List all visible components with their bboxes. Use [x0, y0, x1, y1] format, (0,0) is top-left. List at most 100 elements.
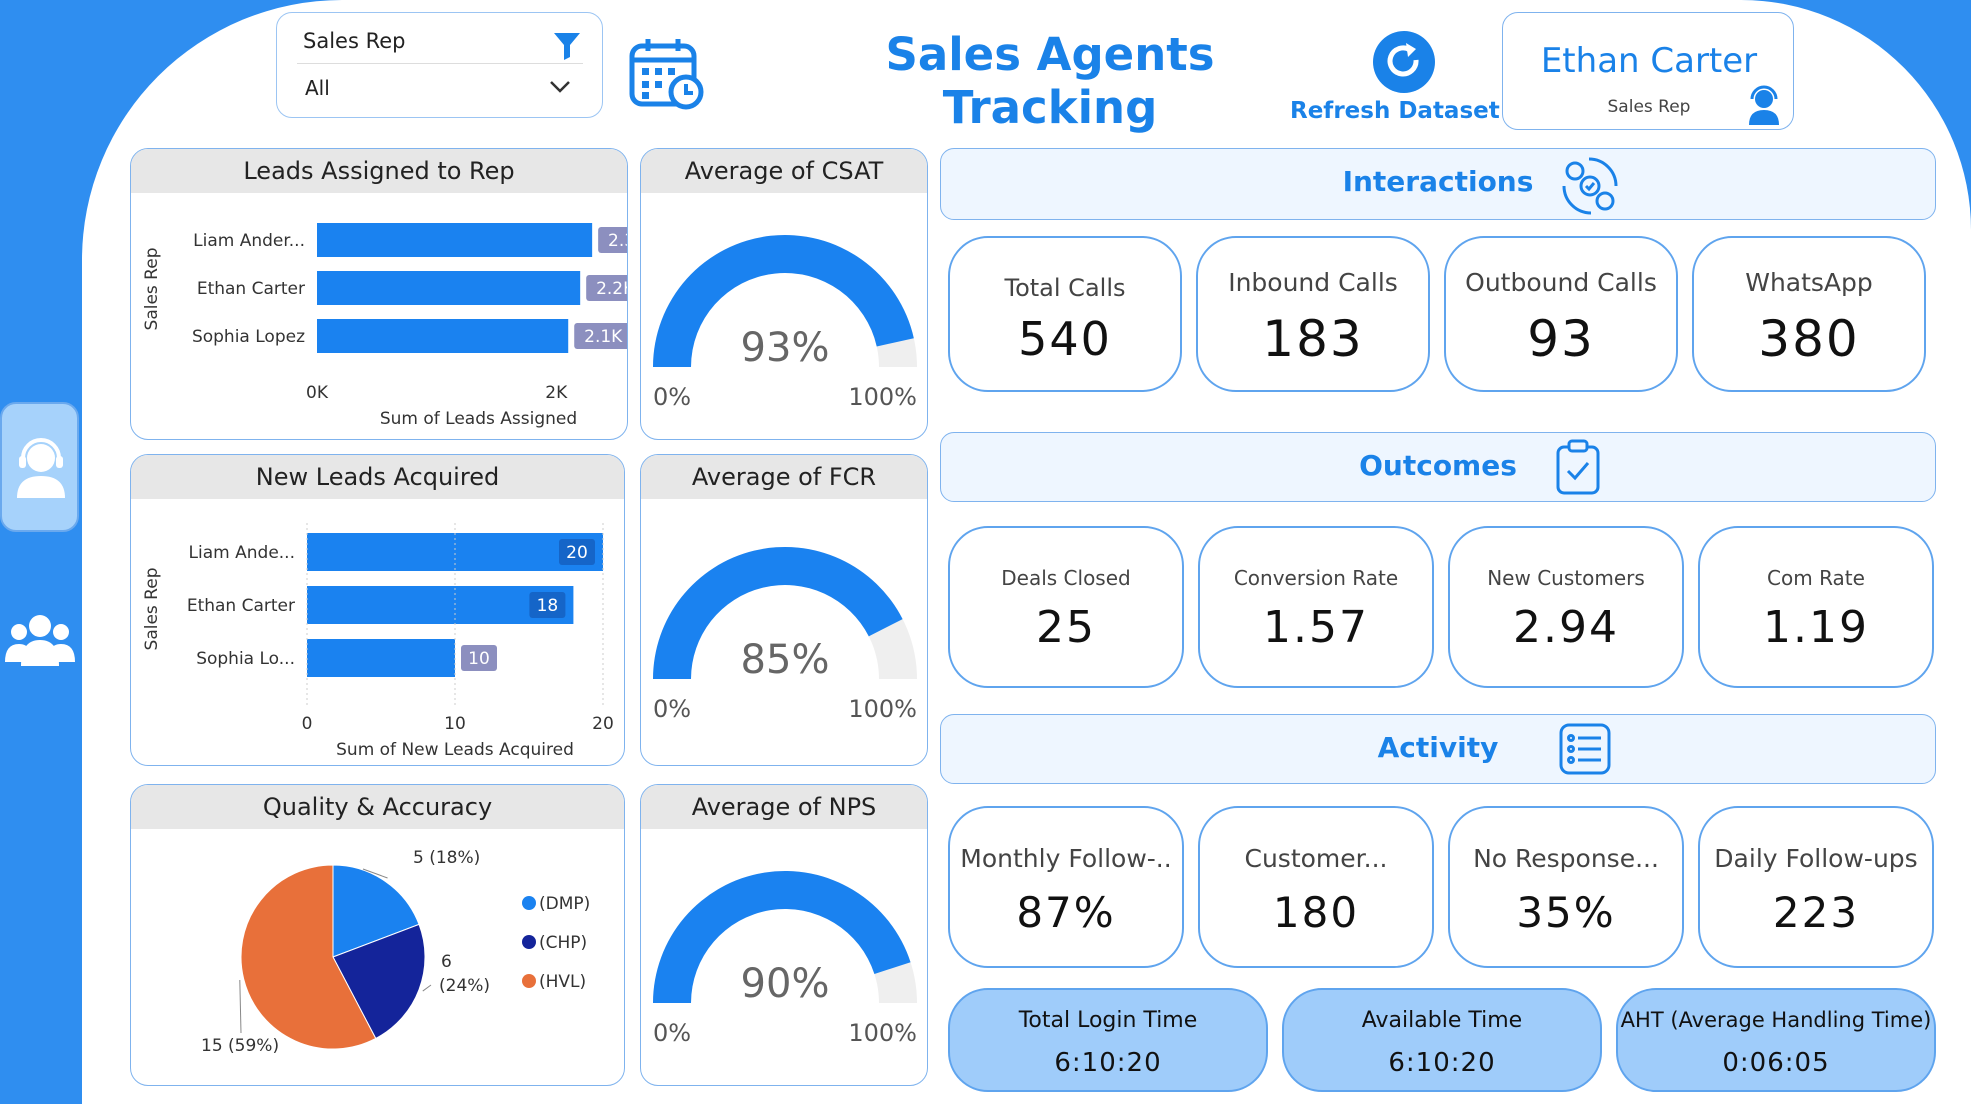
category-tick-label: Ethan Carter	[187, 596, 295, 616]
new-leads-chart: New Leads Acquired Sales Rep Liam Ande...…	[130, 454, 625, 766]
filter-dropdown[interactable]: All	[297, 63, 583, 106]
gauge-value: 90%	[741, 961, 830, 1007]
csat-gauge-card: Average of CSAT 93% 0% 100%	[640, 148, 928, 440]
y-axis-label: Sales Rep	[142, 248, 162, 331]
category-tick-label: Sophia Lo...	[196, 649, 295, 669]
gauge-min-label: 0%	[653, 383, 691, 411]
refresh-button[interactable]: Refresh Dataset	[1290, 30, 1500, 130]
new-leads-plot: Sales Rep Liam Ande... 20 Ethan Carter 18 Sop…	[142, 523, 614, 760]
gauge-max-label: 100%	[848, 383, 917, 411]
interactions-header: Interactions	[940, 148, 1936, 220]
csat-gauge: 93% 0% 100%	[653, 235, 917, 411]
fcr-gauge: 85% 0% 100%	[653, 547, 917, 723]
kpi-deals-closed: Deals Closed 25	[948, 526, 1184, 688]
category-tick-label: Liam Ander...	[193, 231, 305, 251]
nps-gauge-card: Average of NPS 90% 0% 100%	[640, 784, 928, 1086]
leader-line	[239, 979, 242, 1034]
filter-icon[interactable]	[553, 31, 581, 61]
data-label: 2.1K	[584, 327, 623, 347]
available-time: Available Time 6:10:20	[1282, 988, 1602, 1092]
filter-label: Sales Rep	[303, 29, 406, 53]
outcomes-header: Outcomes	[940, 432, 1936, 502]
average-handling-time: AHT (Average Handling Time) 0:06:05	[1616, 988, 1936, 1092]
kpi-conversion-rate: Conversion Rate 1.57	[1198, 526, 1434, 688]
leader-line	[422, 984, 432, 992]
gauge-min-label: 0%	[653, 695, 691, 723]
total-login-time: Total Login Time 6:10:20	[948, 988, 1268, 1092]
kpi-customer: Customer... 180	[1198, 806, 1434, 968]
team-icon	[5, 615, 75, 666]
kpi-no-response: No Response... 35%	[1448, 806, 1684, 968]
chevron-down-icon	[550, 81, 570, 93]
quality-accuracy-chart: Quality & Accuracy 5 (18%) 6 (24%) 15 (59%)…	[130, 784, 625, 1086]
kpi-daily-follow-ups: Daily Follow-ups 223	[1698, 806, 1934, 968]
x-axis-label: Sum of Leads Assigned	[380, 409, 577, 429]
sidebar-item-agent[interactable]	[0, 402, 79, 532]
data-label: 2.2K	[596, 279, 628, 299]
bar	[307, 639, 455, 677]
fcr-gauge-card: Average of FCR 85% 0% 100%	[640, 454, 928, 766]
leads-assigned-chart: Leads Assigned to Rep Sales Rep Liam Ande…	[130, 148, 628, 440]
bar	[317, 223, 593, 257]
legend-label: (DMP)	[539, 894, 590, 914]
activity-header: Activity	[940, 714, 1936, 784]
y-axis-label: Sales Rep	[142, 568, 162, 651]
data-label: 20	[566, 543, 588, 563]
legend-label: (HVL)	[539, 972, 586, 992]
kpi-whatsapp: WhatsApp 380	[1692, 236, 1926, 392]
section-title: Activity	[1377, 731, 1499, 764]
calendar-clock-icon	[629, 39, 704, 110]
list-icon	[1559, 723, 1611, 775]
kpi-monthly-follow-ups: Monthly Follow-.. 87%	[948, 806, 1184, 968]
x-tick-label: 0	[302, 714, 313, 734]
refresh-icon	[1373, 31, 1435, 93]
gauge-max-label: 100%	[848, 695, 917, 723]
user-name: Ethan Carter	[1540, 41, 1758, 81]
leads-assigned-plot: Sales Rep Liam Ander... 2.3K Ethan Carter 2.…	[142, 223, 628, 429]
filter-selected-value: All	[305, 76, 330, 100]
interactions-icon	[1562, 157, 1618, 215]
gauge-value: 93%	[741, 325, 830, 371]
chart-title: Quality & Accuracy	[131, 785, 624, 829]
gauge-value: 85%	[741, 637, 830, 683]
legend-swatch	[522, 974, 536, 988]
page-title: Sales Agents Tracking	[885, 28, 1215, 134]
clipboard-check-icon	[1556, 439, 1600, 495]
category-tick-label: Ethan Carter	[197, 279, 305, 299]
user-card: Ethan Carter Sales Rep	[1502, 12, 1794, 130]
x-axis-label: Sum of New Leads Acquired	[336, 740, 574, 760]
chart-title: Average of NPS	[641, 785, 927, 829]
legend-label: (CHP)	[539, 933, 587, 953]
section-title: Outcomes	[1359, 449, 1517, 482]
data-label: 10	[468, 649, 490, 669]
kpi-new-customers: New Customers 2.94	[1448, 526, 1684, 688]
chart-title: New Leads Acquired	[131, 455, 624, 499]
x-tick-label: 0K	[306, 383, 329, 403]
sales-rep-filter[interactable]: Sales Rep All	[276, 12, 603, 118]
x-tick-label: 10	[444, 714, 466, 734]
nps-gauge: 90% 0% 100%	[653, 871, 917, 1047]
kpi-total-calls: Total Calls 540	[948, 236, 1182, 392]
legend-swatch	[522, 896, 536, 910]
section-title: Interactions	[1342, 165, 1534, 198]
x-tick-label: 2K	[545, 383, 568, 403]
kpi-outbound-calls: Outbound Calls 93	[1444, 236, 1678, 392]
category-tick-label: Sophia Lopez	[192, 327, 305, 347]
bar	[317, 271, 581, 305]
quality-pie-plot: 5 (18%) 6 (24%) 15 (59%) (DMP) (CHP) (HVL)	[201, 848, 590, 1056]
sidebar-item-team[interactable]	[0, 600, 79, 680]
data-label: 18	[537, 596, 559, 616]
kpi-inbound-calls: Inbound Calls 183	[1196, 236, 1430, 392]
refresh-label: Refresh Dataset	[1290, 98, 1500, 124]
chart-title: Average of CSAT	[641, 149, 927, 193]
legend-swatch	[522, 935, 536, 949]
slice-label: 15 (59%)	[201, 1036, 279, 1056]
slice-label: 6	[441, 952, 452, 972]
category-tick-label: Liam Ande...	[189, 543, 295, 563]
gauge-min-label: 0%	[653, 1019, 691, 1047]
kpi-com-rate: Com Rate 1.19	[1698, 526, 1934, 688]
slice-label: 5 (18%)	[413, 848, 480, 868]
chart-title: Average of FCR	[641, 455, 927, 499]
user-headset-icon	[1749, 85, 1779, 125]
gauge-max-label: 100%	[848, 1019, 917, 1047]
